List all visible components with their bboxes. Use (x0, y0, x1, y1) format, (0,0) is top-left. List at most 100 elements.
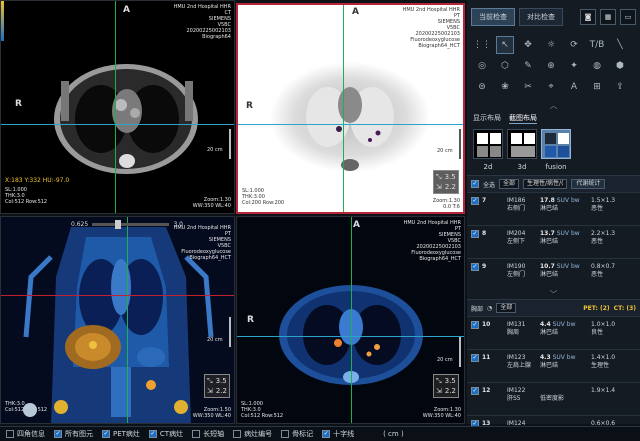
display-option[interactable]: ✓ PET病灶 (102, 429, 140, 439)
ct-scale-label: 20 cm (207, 147, 223, 153)
region-select[interactable]: 全部 (496, 303, 517, 313)
camera-icon[interactable]: ◙ (580, 9, 596, 25)
roi-row[interactable]: ✓ 9 IM190 左侧门 10.7 SUV bw 淋巴结 0.8×0.7 恶性 (467, 258, 640, 291)
roi-image-col: IM190 左侧门 (507, 263, 537, 279)
select-all-checkbox[interactable]: ✓ (471, 180, 479, 188)
display-option[interactable]: 长短轴 (192, 429, 224, 439)
roi-row[interactable]: ✓ 12 IM122 肝S5 低密度影 1.9×1.4 (467, 382, 640, 415)
pointer-tool-icon[interactable]: ↖ (496, 36, 514, 54)
grid-layout-icon[interactable]: ▦ (600, 9, 616, 25)
wl-bottom-value: 2.2 (444, 387, 457, 395)
ct-count: CT: (3) (613, 304, 636, 312)
roi-checkbox[interactable]: ✓ (471, 197, 479, 205)
roi-index: 11 (482, 354, 491, 361)
export-tool-icon[interactable]: ⇪ (611, 78, 629, 96)
scan-tool-icon[interactable]: ⊜ (473, 78, 491, 96)
option-checkbox[interactable]: ✓ (148, 430, 157, 438)
roi-location: 左侧下 (507, 238, 526, 245)
option-checkbox[interactable]: ✓ (102, 430, 110, 438)
roi-checkbox[interactable]: ✓ (471, 230, 479, 238)
roi-suv-value: 10.7 (540, 263, 555, 270)
brightness-tool-icon[interactable]: ☼ (542, 36, 560, 54)
roi-size-col: 0.8×0.7 恶性 (591, 263, 633, 279)
layout-fusion[interactable] (541, 129, 571, 159)
display-option[interactable]: ✓ 所有图元 (54, 429, 93, 439)
roi-checkbox[interactable]: ✓ (471, 263, 479, 271)
roi-checkbox[interactable]: ✓ (471, 387, 479, 395)
slider-track[interactable] (92, 219, 170, 229)
roi-suv-unit: SUV bw (552, 321, 576, 328)
fusion-window-level-box[interactable]: ⤡ 3.5 ⇲ 2.2 (204, 374, 231, 398)
slider-handle[interactable] (115, 219, 122, 229)
level-icon: ⇲ (207, 387, 213, 395)
measure-line-tool-icon[interactable]: ╲ (611, 36, 629, 54)
display-option[interactable]: 四角信息 (6, 429, 45, 439)
option-checkbox[interactable] (6, 430, 14, 438)
layout-tool-icon[interactable]: ⋮⋮ (473, 36, 491, 54)
option-checkbox[interactable] (192, 430, 201, 438)
fusion-coronal-viewport[interactable]: 0.625 3.0 HMU 2nd Hospital HHR PT SIEMEN… (0, 216, 235, 424)
roi-suv-value: 17.8 (540, 197, 555, 204)
layout-2d[interactable] (473, 129, 503, 159)
layout-3d[interactable] (507, 129, 537, 159)
option-checkbox[interactable] (233, 430, 242, 438)
metabolic-stats-button[interactable]: 代谢统计 (571, 179, 606, 189)
window-icon[interactable]: ▭ (620, 9, 636, 25)
display-option[interactable]: 病灶编号 (233, 429, 272, 439)
ct-viewport[interactable]: A R HMU 2nd Hospital HHR CT SIEMENS V5BC… (0, 0, 235, 214)
annotation-tool-icon[interactable]: A (565, 78, 583, 96)
display-option[interactable]: 骨标记 (281, 429, 313, 439)
nature-select[interactable]: 生理性/病性/( (523, 179, 568, 189)
roi-checkbox[interactable]: ✓ (471, 321, 479, 329)
pet-window-level-box[interactable]: ⤡ 3.5 ⇲ 2.2 (433, 170, 460, 194)
scissors-tool-icon[interactable]: ✂ (519, 78, 537, 96)
rotate-tool-icon[interactable]: ⟳ (565, 36, 583, 54)
roi-polygon-tool-icon[interactable]: ⬡ (496, 57, 514, 75)
roi-row[interactable]: ✓ 10 IM131 胸周 4.4 SUV bw 淋巴结 1.0×1.0 良性 (467, 316, 640, 349)
roi-size: 1.4×1.0 (591, 354, 616, 361)
option-checkbox[interactable]: ✓ (322, 430, 331, 438)
roi-image-number: IM122 (507, 387, 526, 394)
roi-volume-tool-icon[interactable]: ⬢ (611, 57, 629, 75)
layout-labels: 2d 3d fusion (467, 161, 640, 175)
roi-row[interactable]: ✓ 8 IM204 左侧下 13.7 SUV bw 淋巴结 2.2×1.3 恶性 (467, 225, 640, 258)
roi-row[interactable]: ✓ 7 IM186 右侧门 17.8 SUV bw 淋巴结 1.5×1.3 恶性 (467, 192, 640, 225)
tab-compare-study[interactable]: 对比检查 (519, 8, 563, 26)
axial-window-level-box[interactable]: ⤡ 3.5 ⇲ 2.2 (433, 374, 460, 398)
text-tool-icon[interactable]: T/B (588, 36, 606, 54)
expand-list-icon[interactable]: ﹀ (467, 291, 640, 299)
region-label: 胸部 (471, 305, 484, 313)
roi-lesion-type: 淋巴结 (540, 271, 559, 278)
display-option[interactable]: ✓ CT病灶 (148, 429, 183, 439)
roi-ellipse-tool-icon[interactable]: ◎ (473, 57, 491, 75)
grid-tool-icon[interactable]: ⊞ (588, 78, 606, 96)
pet-viewport[interactable]: A R HMU 2nd Hospital HHR PT SIEMENS V5BC… (236, 3, 465, 214)
tab-current-study[interactable]: 当前检查 (471, 8, 515, 26)
opacity-slider[interactable]: 0.625 3.0 (71, 219, 183, 229)
roi-threshold-tool-icon[interactable]: ◍ (588, 57, 606, 75)
fusion-axial-viewport[interactable]: A R HMU 2nd Hospital HHR PT SIEMENS V5BC… (236, 216, 465, 424)
option-checkbox[interactable] (281, 430, 290, 438)
roi-suv-value: 4.4 (540, 321, 551, 328)
roi-auto-tool-icon[interactable]: ✦ (565, 57, 583, 75)
display-option[interactable]: ✓ 十字线 (322, 429, 354, 439)
roi-3d-tool-icon[interactable]: ⊕ (542, 57, 560, 75)
roi-checkbox[interactable]: ✓ (471, 354, 479, 362)
roi-image-col: IM122 肝S5 (507, 387, 537, 403)
filter-select[interactable]: 全部 (499, 179, 520, 189)
roi-size: 1.9×1.4 (591, 387, 616, 394)
roi-suv-line: 10.7 SUV bw (540, 263, 580, 270)
roi-image-col: IM123 左肩上腺 (507, 354, 537, 370)
side-panel: 当前检查 对比检查 ◙ ▦ ▭ ⋮⋮ ↖ ✥ ☼ ⟳ T/B ╲ ◎ ⬡ ✎ ⊕… (467, 0, 640, 435)
brain-tool-icon[interactable]: ❀ (496, 78, 514, 96)
tab-screenshot-layout[interactable]: 截图布局 (509, 113, 537, 124)
collapse-tools-icon[interactable]: ︿ (467, 102, 640, 110)
wl-top-value: 3.5 (444, 377, 456, 385)
option-checkbox[interactable]: ✓ (54, 430, 62, 438)
roi-freehand-tool-icon[interactable]: ✎ (519, 57, 537, 75)
roi-row[interactable]: ✓ 11 IM123 左肩上腺 4.3 SUV bw 淋巴结 1.4×1.0 生理性 (467, 349, 640, 382)
layout-tabs: 显示布局 截图布局 (467, 110, 640, 127)
pan-tool-icon[interactable]: ✥ (519, 36, 537, 54)
tab-display-layout[interactable]: 显示布局 (473, 113, 501, 124)
locate-tool-icon[interactable]: ⌖ (542, 78, 560, 96)
